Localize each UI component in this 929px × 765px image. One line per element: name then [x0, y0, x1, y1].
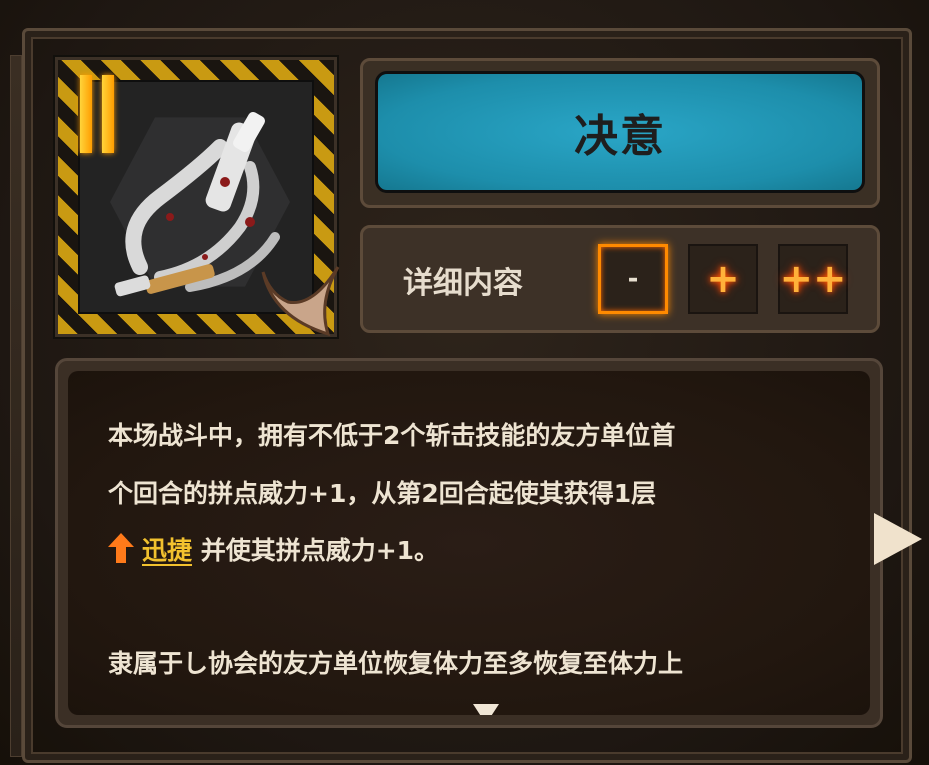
detail-label: 详细内容 [403, 266, 523, 301]
description-panel: 本场战斗中，拥有不低于2个斩击技能的友方单位首 个回合的拼点威力+1，从第2回合… [55, 358, 883, 728]
description-line: 迅捷 并使其拼点威力+1。 [108, 531, 439, 567]
description-line-rest: 并使其拼点威力+1。 [192, 536, 440, 565]
description-line: 隶属于し协会的友方单位恢复体力至多恢复至体力上 [108, 649, 684, 678]
title-frame: 决意 [360, 58, 880, 208]
level-plus-plus-button[interactable]: ++ [778, 244, 848, 314]
level-base-button[interactable]: - [598, 244, 668, 314]
haste-keyword-link[interactable]: 迅捷 [142, 536, 192, 565]
description-line: 本场战斗中，拥有不低于2个斩击技能的友方单位首 [108, 421, 676, 450]
detail-level-selector: 详细内容 - + ++ [360, 225, 880, 333]
card-title: 决意 [574, 111, 666, 162]
claw-emblem-icon [261, 266, 340, 337]
next-page-arrow-icon[interactable] [874, 513, 922, 565]
left-edge-bar [10, 55, 22, 757]
description-line: 个回合的拼点威力+1，从第2回合起使其获得1层 [108, 479, 657, 508]
description-text-area[interactable]: 本场战斗中，拥有不低于2个斩击技能的友方单位首 个回合的拼点威力+1，从第2回合… [68, 371, 870, 715]
level-plus-button[interactable]: + [688, 244, 758, 314]
scroll-down-icon[interactable] [473, 704, 499, 715]
tier-two-icon [80, 75, 120, 153]
title-banner: 决意 [375, 71, 865, 193]
haste-arrow-icon [108, 533, 134, 563]
